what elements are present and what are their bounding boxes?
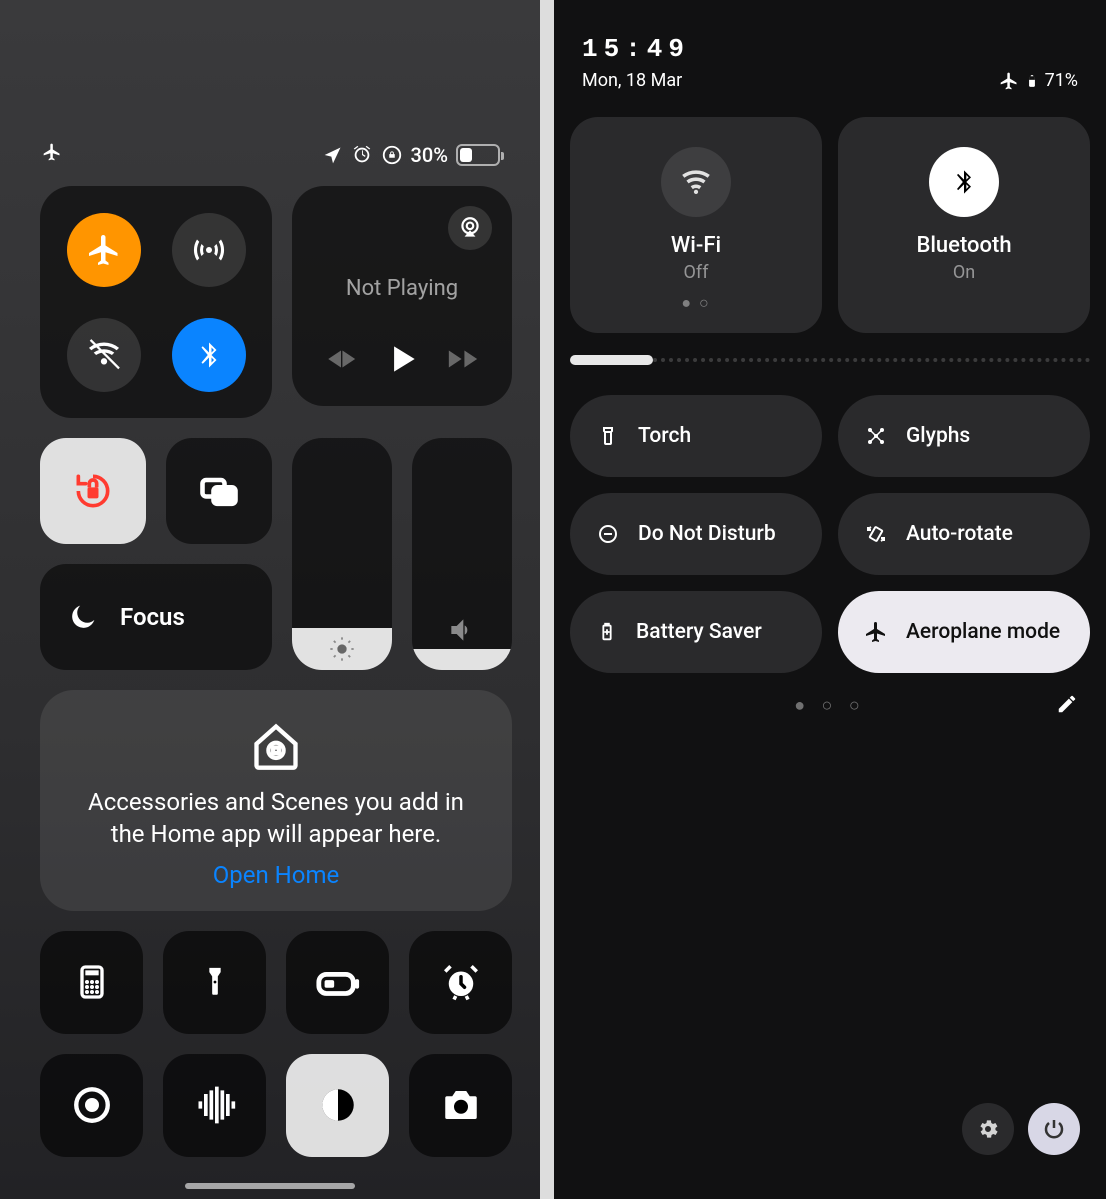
bluetooth-status: On bbox=[848, 262, 1080, 283]
orientation-lock-icon bbox=[381, 144, 403, 166]
pill-label: Aeroplane mode bbox=[906, 620, 1060, 644]
airplane-icon bbox=[40, 142, 64, 162]
screen-record-button[interactable] bbox=[40, 1054, 143, 1157]
next-button[interactable] bbox=[446, 342, 480, 376]
pill-label: Battery Saver bbox=[636, 620, 762, 644]
quick-settings-pills: Torch Glyphs Do Not Disturb Auto-rotate … bbox=[554, 365, 1106, 673]
brightness-slider[interactable] bbox=[570, 355, 1090, 365]
settings-button[interactable] bbox=[962, 1103, 1014, 1155]
volume-slider[interactable] bbox=[412, 438, 512, 670]
cellular-toggle[interactable] bbox=[172, 213, 246, 287]
wifi-icon bbox=[661, 147, 731, 217]
screen-mirroring-button[interactable] bbox=[166, 438, 272, 544]
clock: 15:49 bbox=[582, 34, 1078, 64]
alarm-icon bbox=[351, 144, 373, 166]
low-power-button[interactable] bbox=[286, 931, 389, 1034]
wifi-status: Off bbox=[580, 262, 812, 283]
status-right: 30% bbox=[323, 143, 500, 167]
date: Mon, 18 Mar bbox=[582, 70, 682, 91]
flashlight-button[interactable] bbox=[163, 931, 266, 1034]
battery-pct: 30% bbox=[411, 143, 448, 167]
prev-button[interactable] bbox=[324, 342, 358, 376]
bluetooth-tile[interactable]: Bluetooth On bbox=[838, 117, 1090, 333]
bluetooth-label: Bluetooth bbox=[848, 233, 1080, 258]
alarm-button[interactable] bbox=[409, 931, 512, 1034]
edit-button[interactable] bbox=[1056, 693, 1078, 720]
focus-label: Focus bbox=[120, 603, 185, 631]
battery-pct: 71% bbox=[1045, 70, 1078, 91]
battery-saver-pill[interactable]: Battery Saver bbox=[570, 591, 822, 673]
autorotate-pill[interactable]: Auto-rotate bbox=[838, 493, 1090, 575]
media-tile[interactable]: Not Playing bbox=[292, 186, 512, 406]
pill-label: Auto-rotate bbox=[906, 522, 1013, 546]
location-icon bbox=[323, 144, 343, 166]
connectivity-tile[interactable] bbox=[40, 186, 272, 418]
brightness-slider[interactable] bbox=[292, 438, 392, 670]
dark-mode-button[interactable] bbox=[286, 1054, 389, 1157]
moon-icon bbox=[66, 600, 100, 634]
ios-status-bar: 30% bbox=[40, 142, 500, 167]
brightness-icon bbox=[328, 635, 356, 663]
airplane-icon bbox=[999, 71, 1019, 91]
volume-icon bbox=[446, 614, 478, 646]
bluetooth-toggle[interactable] bbox=[172, 318, 246, 392]
bluetooth-icon bbox=[929, 147, 999, 217]
comparison-divider bbox=[540, 0, 554, 1199]
calculator-button[interactable] bbox=[40, 931, 143, 1034]
dnd-pill[interactable]: Do Not Disturb bbox=[570, 493, 822, 575]
camera-button[interactable] bbox=[409, 1054, 512, 1157]
power-button[interactable] bbox=[1028, 1103, 1080, 1155]
focus-button[interactable]: Focus bbox=[40, 564, 272, 670]
airplay-button[interactable] bbox=[448, 206, 492, 250]
tile-page-dots: ● ○ bbox=[580, 293, 812, 313]
torch-pill[interactable]: Torch bbox=[570, 395, 822, 477]
ios-control-center: 30% Not Playing bbox=[0, 0, 540, 1199]
play-button[interactable] bbox=[383, 340, 421, 378]
android-quick-settings: 15:49 Mon, 18 Mar 71% Wi-Fi Off ● ○ Blue… bbox=[554, 0, 1106, 1199]
sound-recognition-button[interactable] bbox=[163, 1054, 266, 1157]
orientation-lock-toggle[interactable] bbox=[40, 438, 146, 544]
status-left bbox=[40, 142, 64, 167]
row2-left: Focus bbox=[40, 438, 272, 670]
home-text: Accessories and Scenes you add in the Ho… bbox=[80, 786, 472, 851]
aeroplane-pill[interactable]: Aeroplane mode bbox=[838, 591, 1090, 673]
wifi-tile[interactable]: Wi-Fi Off ● ○ bbox=[570, 117, 822, 333]
home-tile[interactable]: Accessories and Scenes you add in the Ho… bbox=[40, 690, 512, 911]
pill-label: Glyphs bbox=[906, 424, 970, 448]
glyphs-pill[interactable]: Glyphs bbox=[838, 395, 1090, 477]
wifi-toggle[interactable] bbox=[67, 318, 141, 392]
pill-label: Do Not Disturb bbox=[638, 522, 776, 546]
home-indicator[interactable] bbox=[185, 1183, 355, 1189]
media-title: Not Playing bbox=[292, 276, 512, 301]
battery-icon bbox=[456, 144, 500, 166]
open-home-link[interactable]: Open Home bbox=[213, 861, 340, 889]
battery-icon bbox=[1025, 74, 1039, 88]
android-status: 15:49 Mon, 18 Mar 71% bbox=[554, 0, 1106, 101]
airplane-mode-toggle[interactable] bbox=[67, 213, 141, 287]
home-icon bbox=[80, 720, 472, 772]
page-indicator: ● ○ ○ bbox=[554, 695, 1106, 716]
wifi-label: Wi-Fi bbox=[580, 233, 812, 258]
pill-label: Torch bbox=[638, 424, 691, 448]
